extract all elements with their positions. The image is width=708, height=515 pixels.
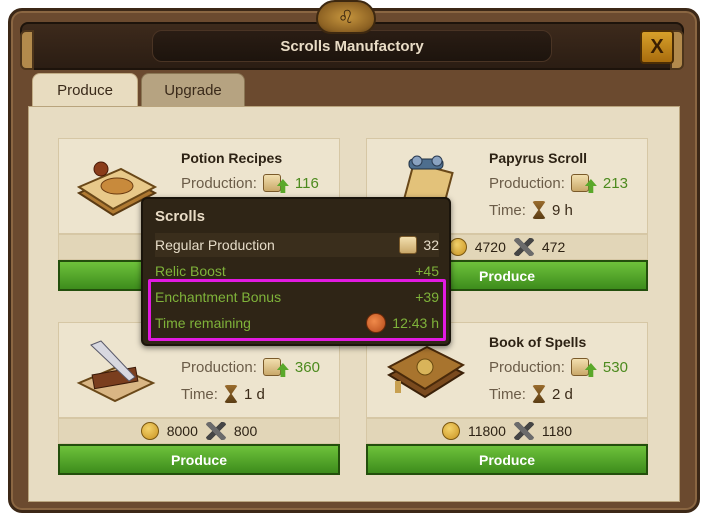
scroll-icon — [570, 174, 589, 192]
production-stat: Production: 213 — [489, 174, 628, 193]
tab-produce[interactable]: Produce — [32, 73, 138, 107]
time-stat: Time: 2 d — [489, 385, 573, 403]
close-button[interactable]: X — [640, 30, 674, 64]
produce-button[interactable]: Produce — [366, 444, 648, 475]
scroll-icon — [262, 174, 281, 192]
product-name: Book of Spells — [489, 334, 587, 350]
cost-row: 8000 800 — [58, 418, 340, 444]
supplies-icon — [513, 238, 534, 256]
hourglass-icon — [531, 201, 546, 219]
product-name: Papyrus Scroll — [489, 150, 588, 166]
supplies-icon — [513, 422, 534, 440]
production-stat: Production: 360 — [181, 358, 320, 377]
tooltip-row-regular-production: Regular Production 32 — [155, 233, 439, 257]
production-stat: Production: 530 — [489, 358, 628, 377]
production-stat: Production: 116 — [181, 174, 319, 193]
product-name: Potion Recipes — [181, 150, 283, 166]
supplies-cost: 1180 — [541, 423, 572, 439]
supplies-cost: 472 — [541, 239, 566, 255]
window-title: Scrolls Manufactory — [152, 30, 552, 62]
time-stat: Time: 1 d — [181, 385, 265, 403]
scroll-icon — [570, 358, 589, 376]
hourglass-icon — [223, 385, 238, 403]
coin-cost: 4720 — [474, 239, 506, 255]
coin-icon — [140, 422, 159, 440]
coin-cost: 8000 — [166, 423, 198, 439]
lion-crest-icon: ♌ — [316, 0, 376, 34]
produce-button[interactable]: Produce — [58, 444, 340, 475]
supplies-cost: 800 — [233, 423, 258, 439]
tab-upgrade[interactable]: Upgrade — [141, 73, 245, 107]
hourglass-icon — [531, 385, 546, 403]
tooltip-title: Scrolls — [155, 208, 206, 225]
time-stat: Time: 9 h — [489, 201, 573, 219]
coin-cost: 11800 — [467, 423, 506, 439]
supplies-icon — [205, 422, 226, 440]
book-of-spells-icon — [386, 345, 466, 399]
quill-scroll-icon — [76, 340, 156, 403]
highlight-box — [148, 279, 446, 341]
coin-icon — [441, 422, 460, 440]
scroll-icon — [262, 358, 281, 376]
title-bar-left-ornament — [20, 30, 34, 70]
coin-icon — [448, 238, 467, 256]
cost-row: 11800 1180 — [366, 418, 648, 444]
scroll-icon — [399, 236, 418, 254]
